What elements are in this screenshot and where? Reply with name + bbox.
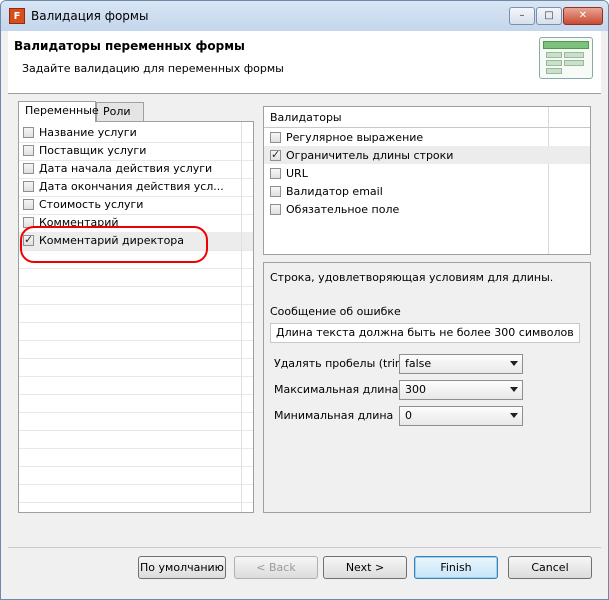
back-button[interactable]: < Back (234, 556, 318, 579)
checkbox[interactable] (23, 181, 34, 192)
chevron-down-icon (510, 387, 518, 392)
column-divider (241, 122, 242, 512)
list-item-label: Дата начала действия услуги (39, 162, 213, 175)
list-item[interactable]: Стоимость услуги (19, 196, 253, 215)
list-item-label: Дата окончания действия усл... (39, 180, 224, 193)
list-item-empty (19, 430, 253, 449)
checkbox-checked[interactable] (270, 148, 281, 161)
min-length-select[interactable]: 0 (399, 406, 523, 426)
checkbox[interactable] (270, 186, 281, 197)
list-item-empty (19, 286, 253, 305)
list-item-empty (19, 412, 253, 431)
list-item-empty (19, 322, 253, 341)
chevron-down-icon (510, 361, 518, 366)
list-item-empty (19, 304, 253, 323)
max-length-select[interactable]: 300 (399, 380, 523, 400)
validator-label: Валидатор email (286, 185, 383, 198)
list-item-empty (19, 340, 253, 359)
list-item-empty (19, 376, 253, 395)
trim-select[interactable]: false (399, 354, 523, 374)
table-header: Валидаторы (264, 107, 590, 128)
max-length-label: Максимальная длина (274, 383, 399, 396)
validators-table: Валидаторы Регулярное выражение Ограничи… (263, 106, 591, 255)
validator-label: Обязательное поле (286, 203, 400, 216)
list-item-label: Название услуги (39, 126, 137, 139)
table-row[interactable]: Регулярное выражение (264, 128, 590, 146)
table-row[interactable]: Обязательное поле (264, 200, 590, 218)
divider (8, 547, 601, 548)
table-row[interactable]: Валидатор email (264, 182, 590, 200)
finish-button[interactable]: Finish (414, 556, 498, 579)
error-message-field[interactable]: Длина текста должна быть не более 300 си… (270, 323, 580, 343)
error-message-label: Сообщение об ошибке (270, 305, 401, 318)
checkbox[interactable] (23, 199, 34, 210)
window-title: Валидация формы (31, 9, 149, 23)
list-item-empty (19, 484, 253, 503)
list-item[interactable]: Название услуги (19, 124, 253, 143)
dialog-window: F Валидация формы – □ ✕ Валидаторы перем… (0, 0, 609, 600)
column-header-validators: Валидаторы (270, 111, 342, 124)
list-item-empty (19, 394, 253, 413)
wizard-body: Переменные Роли Название услуги Поставщи… (8, 94, 601, 544)
checkbox[interactable] (23, 127, 34, 138)
maximize-button[interactable]: □ (536, 7, 562, 25)
close-button[interactable]: ✕ (563, 7, 603, 25)
wizard-button-bar: По умолчанию < Back Next > Finish Cancel (1, 556, 608, 582)
validator-description: Строка, удовлетворяющая условиям для дли… (270, 271, 554, 284)
trim-label: Удалять пробелы (trim) (274, 357, 410, 370)
chevron-down-icon (510, 413, 518, 418)
tab-roles[interactable]: Роли (96, 102, 144, 121)
restore-defaults-button[interactable]: По умолчанию (138, 556, 226, 579)
checkbox[interactable] (23, 145, 34, 156)
checkbox[interactable] (270, 168, 281, 179)
list-item[interactable]: Дата окончания действия усл... (19, 178, 253, 197)
list-item[interactable]: Поставщик услуги (19, 142, 253, 161)
next-button[interactable]: Next > (323, 556, 407, 579)
table-row[interactable]: URL (264, 164, 590, 182)
validator-label: Регулярное выражение (286, 131, 424, 144)
validator-details-panel: Строка, удовлетворяющая условиям для дли… (263, 262, 591, 513)
app-icon: F (9, 8, 25, 24)
tab-variables[interactable]: Переменные (18, 101, 99, 122)
validator-label: Ограничитель длины строки (286, 149, 454, 162)
cancel-button[interactable]: Cancel (508, 556, 592, 579)
list-item-empty (19, 448, 253, 467)
trim-select-value: false (405, 357, 432, 370)
page-title: Валидаторы переменных формы (14, 39, 245, 53)
page-subtitle: Задайте валидацию для переменных формы (22, 62, 284, 75)
checkbox[interactable] (270, 132, 281, 143)
min-length-value: 0 (405, 409, 412, 422)
table-row-selected[interactable]: Ограничитель длины строки (264, 146, 590, 164)
list-item-empty (19, 358, 253, 377)
list-item-label: Стоимость услуги (39, 198, 144, 211)
minimize-button[interactable]: – (509, 7, 535, 25)
wizard-header: Валидаторы переменных формы Задайте вали… (8, 31, 601, 94)
title-bar: F Валидация формы – □ ✕ (1, 1, 608, 31)
variables-list: Название услуги Поставщик услуги Дата на… (18, 121, 254, 513)
form-validation-icon (539, 37, 593, 79)
checkbox[interactable] (23, 163, 34, 174)
annotation-highlight (20, 226, 208, 263)
checkbox[interactable] (270, 204, 281, 215)
max-length-value: 300 (405, 383, 426, 396)
list-item-empty (19, 268, 253, 287)
min-length-label: Минимальная длина (274, 409, 394, 422)
list-item-label: Поставщик услуги (39, 144, 147, 157)
list-item-empty (19, 466, 253, 485)
validator-label: URL (286, 167, 308, 180)
list-item[interactable]: Дата начала действия услуги (19, 160, 253, 179)
